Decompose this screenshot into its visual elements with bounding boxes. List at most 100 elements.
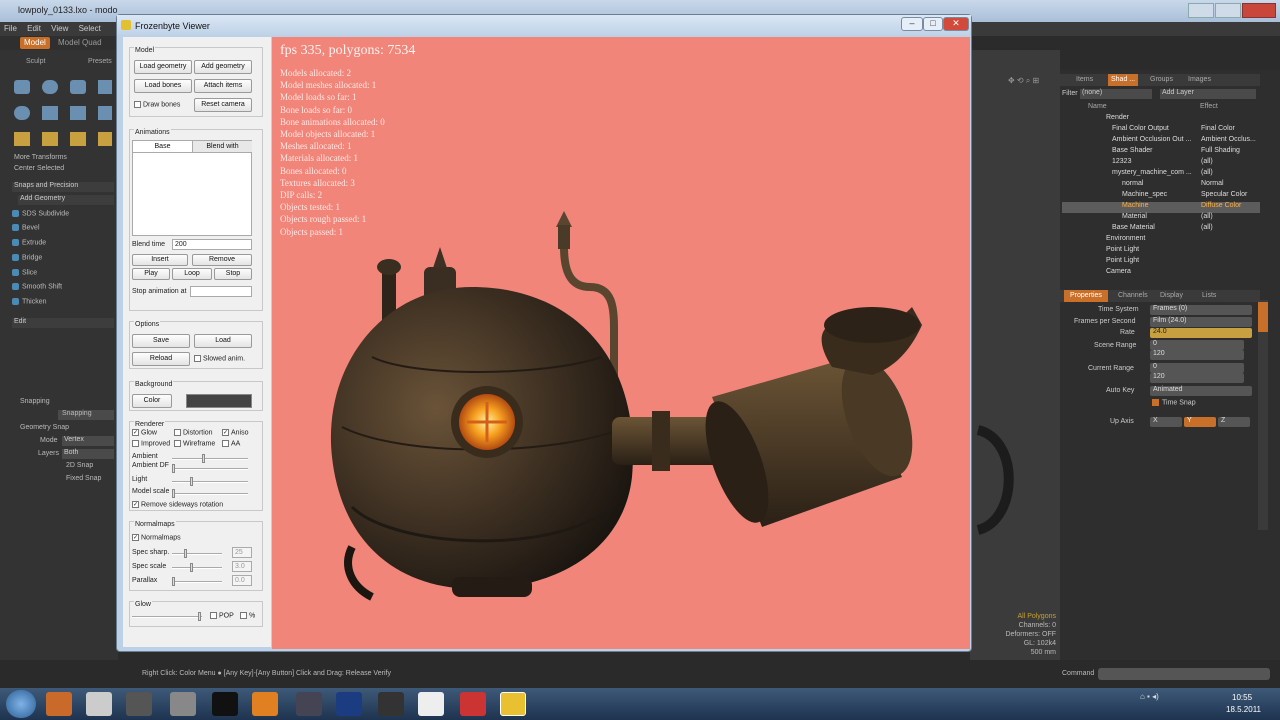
slider-knob[interactable] bbox=[172, 489, 175, 498]
tree-row[interactable]: mystery_machine_com ... (all) bbox=[1062, 169, 1260, 180]
tree-row[interactable]: Ambient Occlusion Out ... Ambient Occlus.… bbox=[1062, 136, 1260, 147]
tab-channels[interactable]: Channels bbox=[1118, 292, 1148, 299]
glow-checkbox[interactable]: ✓ Glow bbox=[132, 429, 157, 436]
improved-checkbox[interactable]: Improved bbox=[132, 440, 170, 447]
spec-scale-value[interactable]: 3.0 bbox=[232, 561, 252, 572]
tab-lists[interactable]: Lists bbox=[1202, 292, 1216, 299]
axis-y[interactable]: Y bbox=[1184, 417, 1216, 427]
udk-icon[interactable] bbox=[212, 692, 238, 716]
current-range-start[interactable]: 0 bbox=[1150, 363, 1244, 373]
tool-extrude[interactable]: Extrude bbox=[12, 239, 46, 246]
tab-shader[interactable]: Shad ... bbox=[1108, 74, 1139, 86]
side-tab-scene[interactable] bbox=[1258, 302, 1268, 332]
current-range-end[interactable]: 120 bbox=[1150, 373, 1244, 383]
tree-row[interactable]: Material (all) bbox=[1062, 213, 1260, 224]
aa-checkbox[interactable]: AA bbox=[222, 440, 240, 447]
cone-icon[interactable] bbox=[98, 80, 112, 94]
sphere-icon[interactable] bbox=[42, 80, 58, 94]
viewport-nav-icons[interactable]: ✥ ⟲ ⌕ ⊞ bbox=[1008, 76, 1058, 86]
pen-icon[interactable] bbox=[42, 106, 58, 120]
stop-animation-input[interactable] bbox=[190, 286, 252, 297]
save-button[interactable]: Save bbox=[132, 334, 190, 348]
maximize-icon[interactable]: □ bbox=[923, 17, 943, 31]
slowed-anim-checkbox[interactable]: Slowed anim. bbox=[194, 355, 245, 362]
spec-sharp-slider[interactable] bbox=[172, 549, 222, 558]
torus-icon[interactable] bbox=[14, 106, 30, 120]
background-color-swatch[interactable] bbox=[186, 394, 252, 408]
slider-knob[interactable] bbox=[172, 577, 175, 586]
add-layer-button[interactable]: Add Layer bbox=[1160, 89, 1256, 99]
media-player-icon[interactable] bbox=[86, 692, 112, 716]
minimize-icon[interactable] bbox=[1188, 3, 1214, 18]
reset-camera-button[interactable]: Reset camera bbox=[194, 98, 252, 112]
insert-button[interactable]: Insert bbox=[132, 254, 188, 266]
snap2d-toggle[interactable]: 2D Snap bbox=[66, 462, 93, 469]
cube-icon[interactable] bbox=[14, 80, 30, 94]
maximize-icon[interactable] bbox=[1215, 3, 1241, 18]
play-button[interactable]: Play bbox=[132, 268, 170, 280]
tab-groups[interactable]: Groups bbox=[1150, 76, 1173, 83]
render-viewport[interactable]: fps 335, polygons: 7534 Models allocated… bbox=[272, 37, 970, 649]
background-color-button[interactable]: Color bbox=[132, 394, 172, 408]
tab-properties[interactable]: Properties bbox=[1064, 290, 1108, 302]
layers-dropdown[interactable]: Both bbox=[62, 449, 114, 459]
glow-slider[interactable] bbox=[132, 612, 202, 621]
chrome-icon[interactable] bbox=[460, 692, 486, 716]
normalmaps-checkbox[interactable]: ✓ Normalmaps bbox=[132, 534, 181, 541]
panda-icon[interactable] bbox=[418, 692, 444, 716]
app-icon[interactable] bbox=[126, 692, 152, 716]
snaps-section[interactable]: Snaps and Precision bbox=[12, 182, 114, 192]
add-geometry-button[interactable]: Add geometry bbox=[194, 60, 252, 74]
geometry-snap-section[interactable]: Geometry Snap bbox=[20, 424, 69, 431]
tree-row[interactable]: Base Material (all) bbox=[1062, 224, 1260, 235]
app-icon[interactable] bbox=[170, 692, 196, 716]
reload-button[interactable]: Reload bbox=[132, 352, 190, 366]
modo-3d-viewport[interactable]: ✥ ⟲ ⌕ ⊞ All Polygons Channels: 0 Deforme… bbox=[970, 50, 1060, 660]
percent-checkbox[interactable]: % bbox=[240, 612, 255, 619]
modo-window-controls[interactable] bbox=[1188, 3, 1276, 18]
tree-row-render[interactable]: Render bbox=[1062, 114, 1260, 125]
blend-time-input[interactable]: 200 bbox=[172, 239, 252, 250]
menu-edit[interactable]: Edit bbox=[23, 22, 45, 35]
scene-range-end[interactable]: 120 bbox=[1150, 350, 1244, 360]
draw-bones-checkbox[interactable]: Draw bones bbox=[134, 101, 180, 108]
wireframe-checkbox[interactable]: Wireframe bbox=[174, 440, 215, 447]
center-selected[interactable]: Center Selected bbox=[14, 165, 64, 172]
tab-display[interactable]: Display bbox=[1160, 292, 1183, 299]
slider-knob[interactable] bbox=[190, 563, 193, 572]
start-button[interactable] bbox=[6, 690, 36, 718]
snapping-section[interactable]: Snapping bbox=[20, 398, 50, 405]
subtab-presets[interactable]: Presets bbox=[88, 58, 112, 65]
load-button[interactable]: Load bbox=[194, 334, 252, 348]
tree-row[interactable]: Final Color Output Final Color bbox=[1062, 125, 1260, 136]
minimize-icon[interactable]: – bbox=[901, 17, 923, 31]
model-scale-slider[interactable] bbox=[172, 489, 248, 498]
tab-model[interactable]: Model bbox=[20, 37, 50, 49]
ambient-df-slider[interactable] bbox=[172, 464, 248, 473]
slider-knob[interactable] bbox=[202, 454, 205, 463]
tree-row[interactable]: Camera bbox=[1062, 268, 1260, 279]
load-geometry-button[interactable]: Load geometry bbox=[134, 60, 192, 74]
tab-blend-with[interactable]: Blend with bbox=[193, 141, 252, 153]
edit-section[interactable]: Edit bbox=[12, 318, 114, 328]
scale-icon[interactable] bbox=[70, 132, 86, 146]
fixed-snap-toggle[interactable]: Fixed Snap bbox=[66, 475, 101, 482]
more-transforms[interactable]: More Transforms bbox=[14, 154, 67, 161]
parallax-slider[interactable] bbox=[172, 577, 222, 586]
tool-sds-subdivide[interactable]: SDS Subdivide bbox=[12, 210, 69, 217]
mode-dropdown[interactable]: Vertex bbox=[62, 436, 114, 446]
subtab-sculpt[interactable]: Sculpt bbox=[26, 58, 45, 65]
scene-range-start[interactable]: 0 bbox=[1150, 340, 1244, 350]
command-input[interactable] bbox=[1098, 668, 1270, 680]
rotate-icon[interactable] bbox=[42, 132, 58, 146]
time-snap-checkbox[interactable]: Time Snap bbox=[1152, 399, 1196, 406]
close-icon[interactable]: ✕ bbox=[943, 17, 969, 31]
tool-smooth-shift[interactable]: Smooth Shift bbox=[12, 283, 62, 290]
axis-x[interactable]: X bbox=[1150, 417, 1182, 427]
light-slider[interactable] bbox=[172, 477, 248, 486]
app-icon[interactable] bbox=[296, 692, 322, 716]
tree-row[interactable]: normal Normal bbox=[1062, 180, 1260, 191]
parallax-value[interactable]: 0.0 bbox=[232, 575, 252, 586]
sketch-icon[interactable] bbox=[98, 106, 112, 120]
tab-model-quad[interactable]: Model Quad bbox=[54, 37, 106, 49]
